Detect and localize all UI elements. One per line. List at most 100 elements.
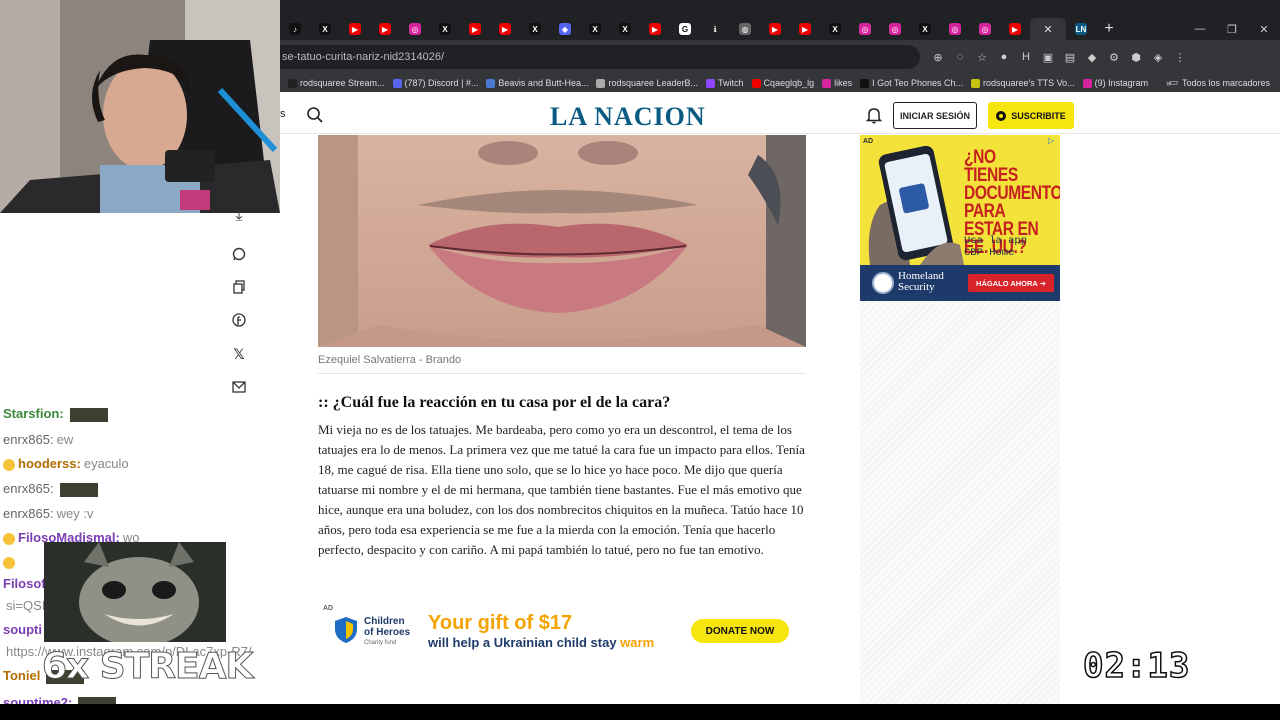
whatsapp-icon[interactable] bbox=[231, 246, 247, 262]
browser-tab-instagram[interactable]: ◎ bbox=[880, 18, 910, 40]
browser-tab-kick[interactable]: ℹ bbox=[700, 18, 730, 40]
new-tab-button[interactable]: + bbox=[1096, 20, 1122, 38]
extension-icon[interactable]: ⚙ bbox=[1106, 49, 1122, 65]
extension-icon[interactable]: ⋮ bbox=[1172, 49, 1188, 65]
browser-tab-youtube[interactable]: ▶ bbox=[760, 18, 790, 40]
bookmark-label: likes bbox=[834, 78, 853, 88]
maximize-icon[interactable]: ❐ bbox=[1216, 18, 1248, 40]
bookmark-item[interactable]: (787) Discord | #... bbox=[392, 78, 479, 88]
extension-icon[interactable]: H bbox=[1018, 49, 1034, 65]
browser-tab-youtube[interactable]: ▶ bbox=[490, 18, 520, 40]
chat-text: wey :v bbox=[56, 506, 94, 521]
x-icon: X bbox=[619, 23, 631, 35]
login-button[interactable]: INICIAR SESIÓN bbox=[893, 102, 977, 129]
x-icon: X bbox=[529, 23, 541, 35]
browser-tab-g[interactable]: G bbox=[670, 18, 700, 40]
ad-choices-icon[interactable]: ▷ bbox=[1048, 136, 1058, 146]
bookmark-item[interactable]: likes bbox=[822, 78, 852, 88]
search-icon[interactable] bbox=[306, 106, 324, 124]
donation-ad-banner[interactable]: AD Children of Heroes Charity fund Your … bbox=[318, 602, 806, 660]
browser-tab-x[interactable]: X bbox=[310, 18, 340, 40]
browser-tab-lanacion[interactable]: LN bbox=[1066, 18, 1096, 40]
browser-tab-youtube[interactable]: ▶ bbox=[340, 18, 370, 40]
extension-icon[interactable]: ▤ bbox=[1062, 49, 1078, 65]
bookmark-item[interactable]: Cqaeglqb_lg bbox=[751, 78, 815, 88]
side-ad-cta-button[interactable]: HÁGALO AHORA ➔ bbox=[968, 274, 1054, 292]
youtube-icon: ▶ bbox=[649, 23, 661, 35]
chat-username: Toniel bbox=[3, 668, 41, 683]
browser-tab-youtube[interactable]: ▶ bbox=[790, 18, 820, 40]
browser-tab-youtube[interactable]: ▶ bbox=[370, 18, 400, 40]
bookmark-label: Cqaeglqb_lg bbox=[763, 78, 815, 88]
browser-tab-youtube[interactable]: ▶ bbox=[460, 18, 490, 40]
bookmark-item[interactable]: Beavis and Butt-Hea... bbox=[486, 78, 588, 88]
bookmark-favicon-icon bbox=[596, 78, 606, 88]
extension-icon[interactable]: ◆ bbox=[1084, 49, 1100, 65]
x-share-icon[interactable]: 𝕏 bbox=[231, 346, 247, 362]
bookmark-item[interactable]: rodsquaree Stream... bbox=[288, 78, 385, 88]
bookmark-label: (787) Discord | #... bbox=[404, 78, 479, 88]
bookmark-item[interactable]: rodsquaree's TTS Vo... bbox=[971, 78, 1075, 88]
donate-button[interactable]: DONATE NOW bbox=[691, 619, 789, 643]
side-ad[interactable]: AD ▷ ¿NO TIENES DOCUMENTOS PARA ESTAR EN… bbox=[860, 135, 1060, 301]
shield-icon bbox=[335, 617, 357, 643]
browser-tab-x[interactable]: X bbox=[820, 18, 850, 40]
bell-icon[interactable] bbox=[866, 106, 882, 124]
url-field[interactable]: se-tatuo-curita-nariz-nid2314026/ bbox=[280, 45, 920, 69]
all-bookmarks-label: Todos los marcadores bbox=[1181, 77, 1270, 88]
extension-icon[interactable]: ☆ bbox=[974, 49, 990, 65]
extension-icon[interactable]: ◈ bbox=[1150, 49, 1166, 65]
site-header: s LA NACION INICIAR SESIÓN SUSCRIBITE bbox=[280, 96, 1280, 134]
extension-icon[interactable]: ⬢ bbox=[1128, 49, 1144, 65]
bookmark-item[interactable]: (9) Instagram bbox=[1082, 78, 1148, 88]
address-bar-row: se-tatuo-curita-nariz-nid2314026/ ⊕ ◌ ☆ ● H ▣… bbox=[280, 40, 1280, 74]
youtube-icon: ▶ bbox=[499, 23, 511, 35]
browser-tab-x[interactable]: X bbox=[580, 18, 610, 40]
youtube-icon: ▶ bbox=[769, 23, 781, 35]
subscribe-button[interactable]: SUSCRIBITE bbox=[988, 102, 1074, 129]
all-bookmarks-button[interactable]: ▭ Todos los marcadores bbox=[1169, 77, 1270, 88]
browser-tab-youtube[interactable]: ▶ bbox=[640, 18, 670, 40]
browser-tab-x[interactable]: X bbox=[910, 18, 940, 40]
copy-link-icon[interactable] bbox=[231, 279, 247, 295]
bookmark-favicon-icon bbox=[706, 78, 716, 88]
chat-message bbox=[3, 554, 21, 569]
email-icon[interactable] bbox=[231, 379, 247, 395]
bookmark-label: Twitch bbox=[718, 78, 744, 88]
browser-tab-x[interactable]: X bbox=[430, 18, 460, 40]
extension-icon[interactable]: ▣ bbox=[1040, 49, 1056, 65]
browser-tab-youtube[interactable]: ▶ bbox=[1000, 18, 1030, 40]
browser-tab-instagram[interactable]: ◎ bbox=[850, 18, 880, 40]
browser-tab-globe[interactable]: ◍ bbox=[730, 18, 760, 40]
close-window-icon[interactable]: ✕ bbox=[1248, 18, 1280, 40]
browser-tab-instagram[interactable]: ◎ bbox=[970, 18, 1000, 40]
active-tab[interactable]: ✕ bbox=[1030, 18, 1066, 40]
minimize-icon[interactable]: — bbox=[1184, 18, 1216, 40]
extension-icon[interactable]: ● bbox=[996, 49, 1012, 65]
close-tab-icon[interactable]: ✕ bbox=[1043, 23, 1052, 36]
bookmark-label: I Got Teo Phones Ch... bbox=[872, 78, 964, 88]
extension-icon[interactable]: ◌ bbox=[952, 49, 968, 65]
bookmark-item[interactable]: Twitch bbox=[706, 78, 744, 88]
browser-tab-discord[interactable]: ◆ bbox=[550, 18, 580, 40]
bookmark-item[interactable]: I Got Teo Phones Ch... bbox=[860, 78, 963, 88]
browser-tab-instagram[interactable]: ◎ bbox=[940, 18, 970, 40]
menu-label-fragment[interactable]: s bbox=[280, 108, 286, 120]
bookmark-favicon-icon bbox=[1082, 78, 1092, 88]
window-titlebar bbox=[280, 0, 1280, 18]
browser-tab-instagram[interactable]: ◎ bbox=[400, 18, 430, 40]
browser-tab-x[interactable]: X bbox=[610, 18, 640, 40]
instagram-icon: ◎ bbox=[949, 23, 961, 35]
ad-headline: Your gift of $17 bbox=[428, 612, 573, 634]
extension-icon[interactable]: ⊕ bbox=[930, 49, 946, 65]
bookmarks-bar: rodsquaree Stream... (787) Discord | #...… bbox=[280, 74, 1280, 92]
browser-tab-x[interactable]: X bbox=[520, 18, 550, 40]
download-icon[interactable]: ⤓ bbox=[231, 207, 247, 224]
cat-meme-overlay bbox=[44, 542, 226, 642]
chat-message: enrx865: wey :v bbox=[3, 506, 93, 521]
bookmark-item[interactable]: rodsquaree LeaderB... bbox=[596, 78, 698, 88]
browser-tab-tiktok[interactable]: ♪ bbox=[280, 18, 310, 40]
facebook-icon[interactable] bbox=[231, 312, 247, 328]
subscribe-label: SUSCRIBITE bbox=[1011, 110, 1066, 121]
site-logo[interactable]: LA NACION bbox=[550, 102, 706, 132]
